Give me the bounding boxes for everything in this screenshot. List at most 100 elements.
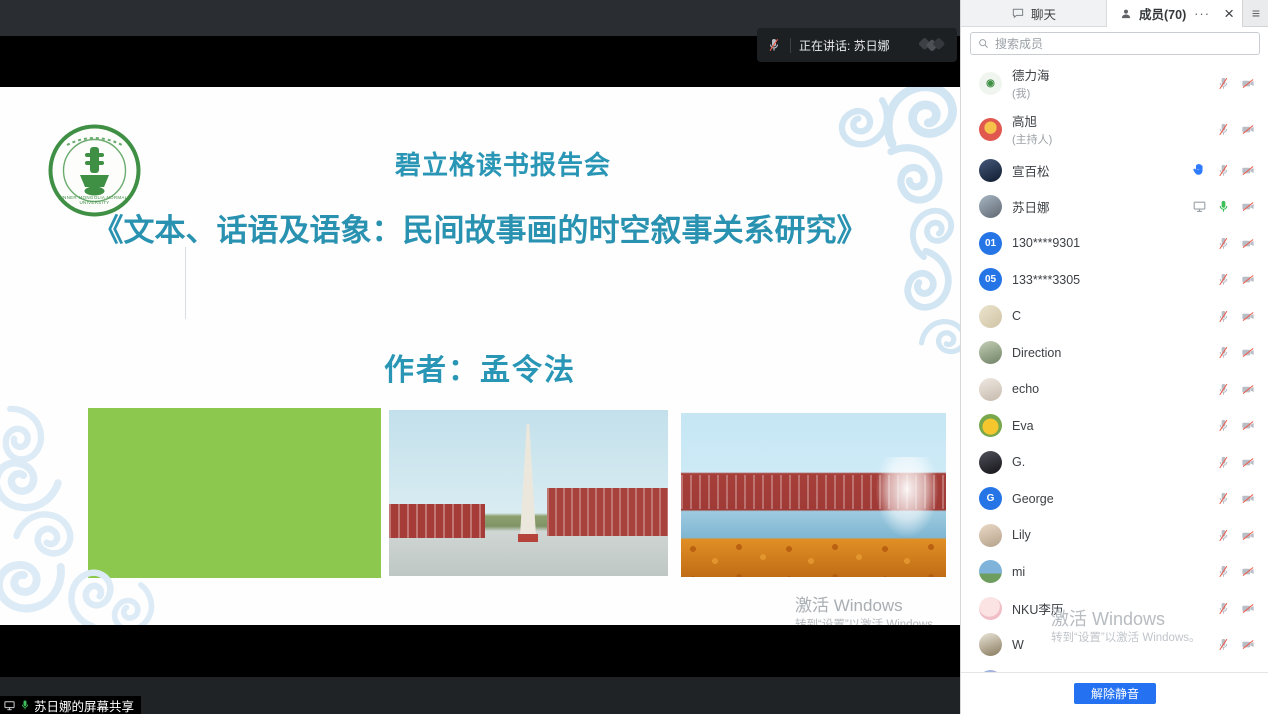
mic-muted-icon xyxy=(1216,163,1231,178)
member-row[interactable]: G. xyxy=(961,444,1268,481)
meeting-logo-icon xyxy=(913,35,947,55)
avatar xyxy=(979,633,1002,656)
member-name: 宣百松 xyxy=(1012,161,1050,180)
camera-muted-icon xyxy=(1240,345,1256,360)
slide-image-green-block xyxy=(88,408,381,578)
member-status-icons xyxy=(1216,309,1256,324)
avatar-initials: 01 xyxy=(985,238,996,249)
panel-header: 聊天 成员(70) ··· × ≡ xyxy=(961,0,1268,27)
member-row[interactable]: ◉ 德力海 (我) xyxy=(961,60,1268,106)
tab-members-label: 成员(70) xyxy=(1139,4,1186,23)
avatar xyxy=(979,305,1002,328)
avatar: G xyxy=(979,487,1002,510)
mic-muted-icon xyxy=(1216,564,1231,579)
member-row[interactable] xyxy=(961,663,1268,672)
member-name: Lily xyxy=(1012,528,1031,542)
member-status-icons xyxy=(1216,76,1256,91)
slide-image-campus-lake xyxy=(681,413,946,577)
member-row[interactable]: 01 130****9301 xyxy=(961,225,1268,262)
avatar xyxy=(979,451,1002,474)
camera-muted-icon xyxy=(1240,199,1256,214)
avatar xyxy=(979,597,1002,620)
member-row[interactable]: 05 133****3305 xyxy=(961,262,1268,299)
avatar xyxy=(979,524,1002,547)
avatar xyxy=(979,159,1002,182)
member-status-icons xyxy=(1216,601,1256,616)
member-name: echo xyxy=(1012,382,1039,396)
side-panel: 聊天 成员(70) ··· × ≡ ◉ 德力海 (我) xyxy=(960,0,1268,714)
member-name: Eva xyxy=(1012,419,1034,433)
active-mic-icon xyxy=(19,699,31,711)
chat-icon xyxy=(1011,6,1025,20)
member-name: W xyxy=(1012,638,1024,652)
member-row[interactable]: NKU李历 xyxy=(961,590,1268,627)
muted-mic-icon xyxy=(766,37,782,53)
search-input[interactable] xyxy=(995,37,1253,51)
member-row[interactable]: C xyxy=(961,298,1268,335)
member-texts: George xyxy=(1012,492,1054,506)
camera-muted-icon xyxy=(1240,272,1256,287)
member-row[interactable]: G George xyxy=(961,481,1268,518)
tab-chat[interactable]: 聊天 xyxy=(961,0,1107,27)
activate-windows-watermark-slide: 激活 Windows 转到“设置”以激活 Windows。 xyxy=(795,595,945,625)
member-row[interactable]: Direction xyxy=(961,335,1268,372)
mic-on-icon xyxy=(1216,199,1231,214)
member-name: 133****3305 xyxy=(1012,273,1080,287)
slide-image-campus-obelisk xyxy=(389,410,668,576)
mic-muted-icon xyxy=(1216,418,1231,433)
university-logo-caption: INNER MONGOLIA NORMAL UNIVERSITY xyxy=(47,195,142,205)
member-row[interactable]: W xyxy=(961,627,1268,664)
member-status-icons xyxy=(1216,272,1256,287)
mic-muted-icon xyxy=(1216,236,1231,251)
member-status-icons xyxy=(1216,528,1256,543)
member-status-icons xyxy=(1191,162,1256,178)
mic-muted-icon xyxy=(1216,272,1231,287)
member-texts: 130****9301 xyxy=(1012,236,1080,250)
avatar xyxy=(979,195,1002,218)
camera-muted-icon xyxy=(1240,309,1256,324)
monitor-icon xyxy=(3,699,16,712)
member-role: (主持人) xyxy=(1012,131,1052,147)
member-row[interactable]: echo xyxy=(961,371,1268,408)
panel-footer: 解除静音 xyxy=(961,672,1268,714)
mic-muted-icon xyxy=(1216,382,1231,397)
member-name: 高旭 xyxy=(1012,111,1052,130)
member-status-icons xyxy=(1216,564,1256,579)
unmute-button[interactable]: 解除静音 xyxy=(1074,683,1156,704)
mic-muted-icon xyxy=(1216,491,1231,506)
panel-more-button[interactable]: ··· xyxy=(1194,6,1210,21)
avatar xyxy=(979,414,1002,437)
avatar-initials: ◉ xyxy=(986,78,995,89)
member-row[interactable]: Lily xyxy=(961,517,1268,554)
member-name: 苏日娜 xyxy=(1012,197,1050,216)
member-row[interactable]: 高旭 (主持人) xyxy=(961,106,1268,152)
member-name: George xyxy=(1012,492,1054,506)
member-texts: 德力海 (我) xyxy=(1012,65,1050,101)
member-row[interactable]: Eva xyxy=(961,408,1268,445)
camera-muted-icon xyxy=(1240,76,1256,91)
camera-muted-icon xyxy=(1240,382,1256,397)
tab-members[interactable]: 成员(70) ··· × xyxy=(1107,0,1242,27)
member-row[interactable]: 宣百松 xyxy=(961,152,1268,189)
member-name: G. xyxy=(1012,455,1025,469)
panel-close-button[interactable]: × xyxy=(1224,5,1234,22)
member-status-icons xyxy=(1216,345,1256,360)
member-row[interactable]: mi xyxy=(961,554,1268,591)
member-row[interactable]: 苏日娜 xyxy=(961,189,1268,226)
member-name: 德力海 xyxy=(1012,65,1050,84)
mic-muted-icon xyxy=(1216,76,1231,91)
avatar: 05 xyxy=(979,268,1002,291)
member-texts: NKU李历 xyxy=(1012,599,1063,618)
camera-muted-icon xyxy=(1240,122,1256,137)
tab-chat-label: 聊天 xyxy=(1031,4,1056,23)
avatar-initials: G xyxy=(987,493,995,504)
member-list[interactable]: ◉ 德力海 (我) 高旭 (主持人) xyxy=(961,60,1268,672)
members-icon xyxy=(1119,7,1133,21)
camera-muted-icon xyxy=(1240,528,1256,543)
avatar: 01 xyxy=(979,232,1002,255)
avatar-initials: 05 xyxy=(985,274,996,285)
member-texts: W xyxy=(1012,638,1024,652)
camera-muted-icon xyxy=(1240,564,1256,579)
panel-menu-button[interactable]: ≡ xyxy=(1242,0,1268,27)
member-texts: Eva xyxy=(1012,419,1034,433)
